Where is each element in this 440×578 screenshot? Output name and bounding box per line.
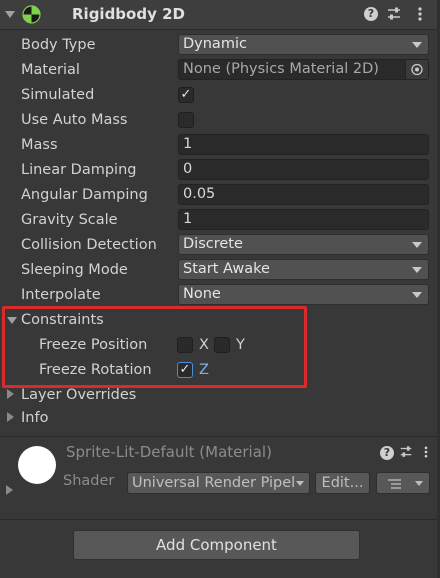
presets-icon[interactable] [386, 6, 402, 22]
dropdown-arrow-icon [296, 481, 304, 486]
info-foldout[interactable]: Info [0, 408, 300, 428]
dropdown-arrow-icon [412, 292, 422, 298]
collision-detection-label: Collision Detection [21, 237, 157, 253]
body-type-dropdown[interactable]: Dynamic [178, 34, 429, 55]
component-title: Rigidbody 2D [72, 5, 185, 23]
gravity-scale-field[interactable]: 1 [178, 209, 429, 230]
dropdown-arrow-icon [415, 481, 423, 486]
material-value: None (Physics Material 2D) [183, 61, 379, 77]
object-picker-icon[interactable] [405, 60, 428, 79]
material-panel: Sprite-Lit-Default (Material) ? Shader U… [0, 437, 440, 505]
mass-label: Mass [21, 137, 58, 153]
dropdown-arrow-icon [412, 42, 422, 48]
material-panel-title: Sprite-Lit-Default (Material) [66, 443, 272, 461]
help-icon[interactable]: ? [364, 7, 378, 21]
simulated-label: Simulated [21, 87, 95, 103]
add-component-button[interactable]: Add Component [73, 530, 360, 560]
interpolate-value: None [183, 286, 221, 302]
body-type-label: Body Type [21, 37, 96, 53]
sleeping-mode-value: Start Awake [183, 261, 270, 277]
kebab-menu-icon[interactable] [414, 6, 426, 22]
material-object-field[interactable]: None (Physics Material 2D) [178, 59, 429, 80]
angular-damping-field[interactable]: 0.05 [178, 184, 429, 205]
sleeping-mode-dropdown[interactable]: Start Awake [178, 259, 429, 280]
collision-detection-value: Discrete [183, 236, 243, 252]
dropdown-arrow-icon [412, 267, 422, 273]
foldout-arrow-icon[interactable] [5, 11, 15, 18]
linear-damping-label: Linear Damping [21, 162, 137, 178]
layer-overrides-foldout[interactable]: Layer Overrides [0, 384, 300, 406]
shader-options-dropdown[interactable] [376, 472, 430, 494]
edit-shader-button[interactable]: Edit... [315, 472, 370, 494]
collision-detection-dropdown[interactable]: Discrete [178, 234, 429, 255]
foldout-arrow-icon[interactable] [6, 485, 13, 495]
interpolate-label: Interpolate [21, 287, 101, 303]
use-auto-mass-label: Use Auto Mass [21, 112, 128, 128]
shader-value: Universal Render Pipel [132, 475, 296, 491]
mass-field[interactable]: 1 [178, 134, 429, 155]
dropdown-arrow-icon [412, 242, 422, 248]
simulated-checkbox[interactable]: ✓ [178, 87, 194, 103]
rigidbody2d-icon [22, 5, 41, 24]
presets-icon[interactable] [399, 445, 413, 459]
material-preview-thumbnail [18, 446, 56, 484]
body-type-value: Dynamic [183, 36, 247, 52]
info-label: Info [21, 410, 49, 426]
angular-damping-label: Angular Damping [21, 187, 148, 203]
use-auto-mass-checkbox[interactable] [178, 112, 194, 128]
interpolate-dropdown[interactable]: None [178, 284, 429, 305]
highlight-box [2, 306, 307, 388]
kebab-menu-icon[interactable] [421, 445, 431, 459]
help-icon[interactable]: ? [380, 446, 394, 460]
sleeping-mode-label: Sleeping Mode [21, 262, 128, 278]
shader-label: Shader [63, 473, 115, 489]
material-label: Material [21, 62, 80, 78]
linear-damping-field[interactable]: 0 [178, 159, 429, 180]
list-icon [388, 479, 401, 489]
divider [0, 519, 440, 520]
layer-overrides-label: Layer Overrides [21, 387, 137, 403]
shader-dropdown[interactable]: Universal Render Pipel [127, 472, 310, 494]
component-header[interactable]: Rigidbody 2D ? [0, 0, 440, 30]
foldout-arrow-icon[interactable] [7, 389, 14, 399]
foldout-arrow-icon[interactable] [7, 412, 14, 422]
gravity-scale-label: Gravity Scale [21, 212, 118, 228]
